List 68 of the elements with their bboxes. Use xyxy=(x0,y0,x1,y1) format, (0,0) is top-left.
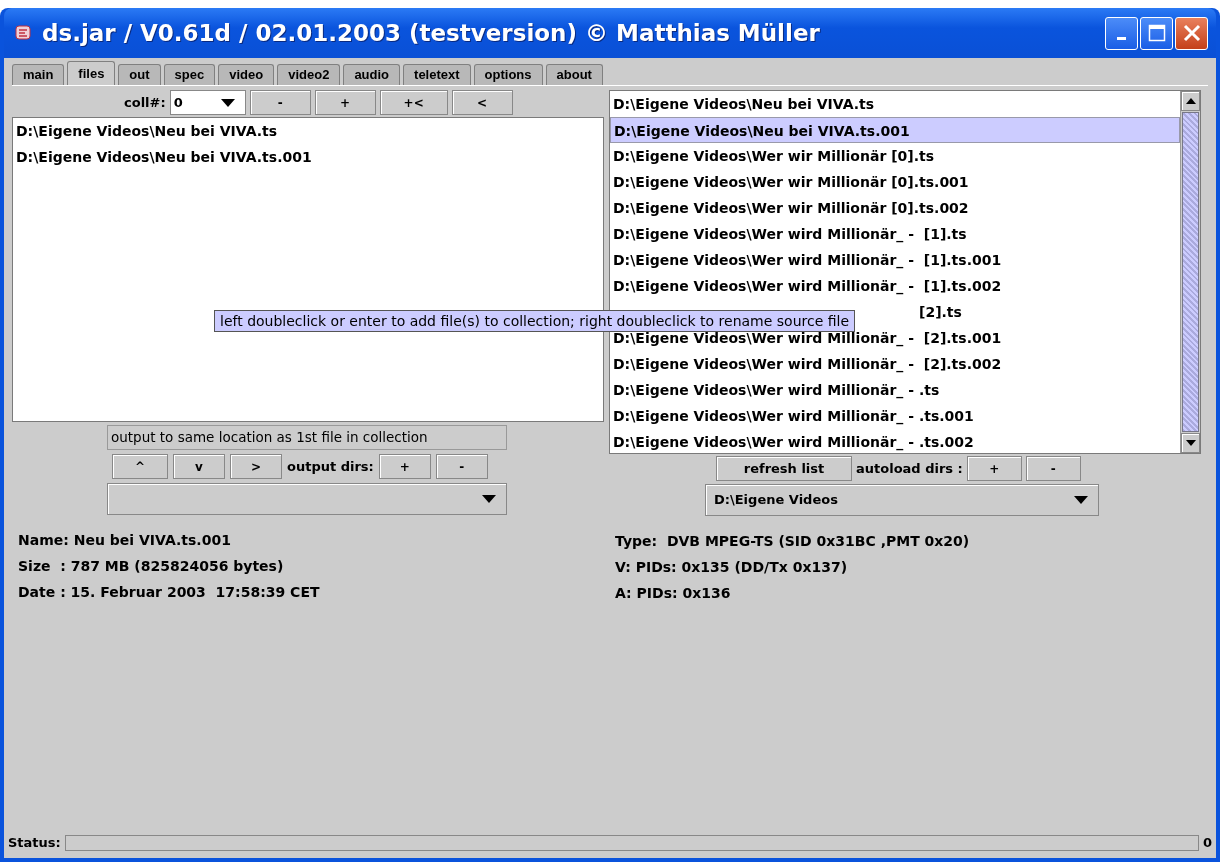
arrow-up-icon xyxy=(1185,98,1196,104)
autoload-dir-button[interactable]: + xyxy=(966,456,1022,481)
scrollbar-thumb[interactable] xyxy=(1182,112,1199,432)
output-dir-button[interactable]: + xyxy=(378,454,431,479)
file-info-text: Name: Neu bei VIVA.ts.001 xyxy=(18,531,232,550)
status-value: 0 xyxy=(1202,834,1212,853)
output-dir-button[interactable]: - xyxy=(435,454,488,479)
tab[interactable]: video xyxy=(218,64,275,85)
file-entry[interactable]: D:\Eigene Videos\Neu bei VIVA.ts.001 xyxy=(13,144,603,170)
tab[interactable]: teletext xyxy=(403,64,471,85)
autoload-dir-dropdown[interactable]: D:\Eigene Videos xyxy=(705,484,1099,516)
collection-button[interactable]: < xyxy=(451,90,513,115)
output-location-note: output to same location as 1st file in collection xyxy=(107,425,507,450)
tab[interactable]: out xyxy=(118,64,161,85)
scroll-down-button[interactable] xyxy=(1181,433,1200,453)
arrow-down-icon xyxy=(1185,440,1196,446)
tooltip: left doubleclick or enter to add file(s) to collection; right doubleclick to rename source file xyxy=(214,310,856,332)
tab[interactable]: options xyxy=(473,64,543,85)
stream-info-text: Type: DVB MPEG-TS (SID 0x31BC ,PMT 0x20) xyxy=(615,532,971,551)
stream-info-text: A: PIDs: 0x136 xyxy=(615,584,732,603)
tab[interactable]: main xyxy=(12,64,65,85)
close-button[interactable] xyxy=(1175,16,1208,50)
collection-label: coll#: xyxy=(124,93,166,112)
status-label: Status: xyxy=(8,834,61,853)
move-button[interactable]: > xyxy=(230,454,282,479)
collection-button[interactable]: +< xyxy=(379,90,448,115)
tab[interactable]: files xyxy=(67,61,116,85)
file-entry[interactable]: D:\Eigene Videos\Wer wird Millionär_ - .ts.002 xyxy=(610,429,1180,455)
maximize-button[interactable] xyxy=(1140,16,1173,50)
move-button[interactable]: ^ xyxy=(112,454,168,479)
tab[interactable]: about xyxy=(545,64,603,85)
file-entry[interactable]: D:\Eigene Videos\Wer wir Millionär [0].ts xyxy=(610,143,1180,169)
file-info-text: Date : 15. Februar 2003 17:58:39 CET xyxy=(18,583,321,602)
collection-button[interactable]: - xyxy=(249,90,311,115)
collection-number-dropdown[interactable]: 0 xyxy=(169,90,246,115)
caret-icon xyxy=(482,495,496,503)
maximize-icon xyxy=(1147,24,1166,42)
file-entry[interactable]: D:\Eigene Videos\Wer wir Millionär [0].ts.001 xyxy=(610,169,1180,195)
file-entry[interactable]: D:\Eigene Videos\Wer wird Millionär_ - [1].ts.001 xyxy=(610,247,1180,273)
collection-button[interactable]: + xyxy=(314,90,376,115)
file-entry[interactable]: D:\Eigene Videos\Wer wird Millionär_ - [1].ts xyxy=(610,221,1180,247)
tab[interactable]: audio xyxy=(343,64,401,85)
file-entry[interactable]: D:\Eigene Videos\Neu bei VIVA.ts xyxy=(610,91,1180,117)
window-title: ds.jar / V0.61d / 02.01.2003 (testversion) © Matthias Müller xyxy=(42,18,820,48)
file-entry[interactable]: D:\Eigene Videos\Wer wir Millionär [0].ts.002 xyxy=(610,195,1180,221)
file-info-text: Size : 787 MB (825824056 bytes) xyxy=(18,557,285,576)
app-icon xyxy=(14,23,34,43)
caret-icon xyxy=(220,98,235,107)
file-entry[interactable]: D:\Eigene Videos\Neu bei VIVA.ts.001 xyxy=(610,117,1180,143)
tab[interactable]: video2 xyxy=(277,64,341,85)
scroll-up-button[interactable] xyxy=(1181,91,1200,111)
caret-icon xyxy=(1074,496,1088,504)
autoload-dirs-label: autoload dirs : xyxy=(856,459,963,478)
move-button[interactable]: v xyxy=(173,454,225,479)
stream-info-text: V: PIDs: 0x135 (DD/Tx 0x137) xyxy=(615,558,849,577)
file-entry[interactable]: D:\Eigene Videos\Neu bei VIVA.ts xyxy=(13,118,603,144)
tab[interactable]: spec xyxy=(163,64,216,85)
refresh-list-button[interactable]: refresh list xyxy=(716,456,852,481)
minimize-icon xyxy=(1117,36,1126,40)
minimize-button[interactable] xyxy=(1105,16,1138,50)
file-entry[interactable]: D:\Eigene Videos\Wer wird Millionär_ - .ts.001 xyxy=(610,403,1180,429)
output-dir-dropdown[interactable] xyxy=(107,483,507,515)
output-dirs-label: output dirs: xyxy=(287,457,374,476)
file-entry[interactable]: D:\Eigene Videos\Wer wird Millionär_ - [2].ts.002 xyxy=(610,351,1180,377)
file-entry[interactable]: D:\Eigene Videos\Wer wird Millionär_ - [1].ts.002 xyxy=(610,273,1180,299)
close-icon xyxy=(1182,24,1201,42)
autoload-dir-button[interactable]: - xyxy=(1025,456,1081,481)
file-entry[interactable]: D:\Eigene Videos\Wer wird Millionär_ - .ts xyxy=(610,377,1180,403)
